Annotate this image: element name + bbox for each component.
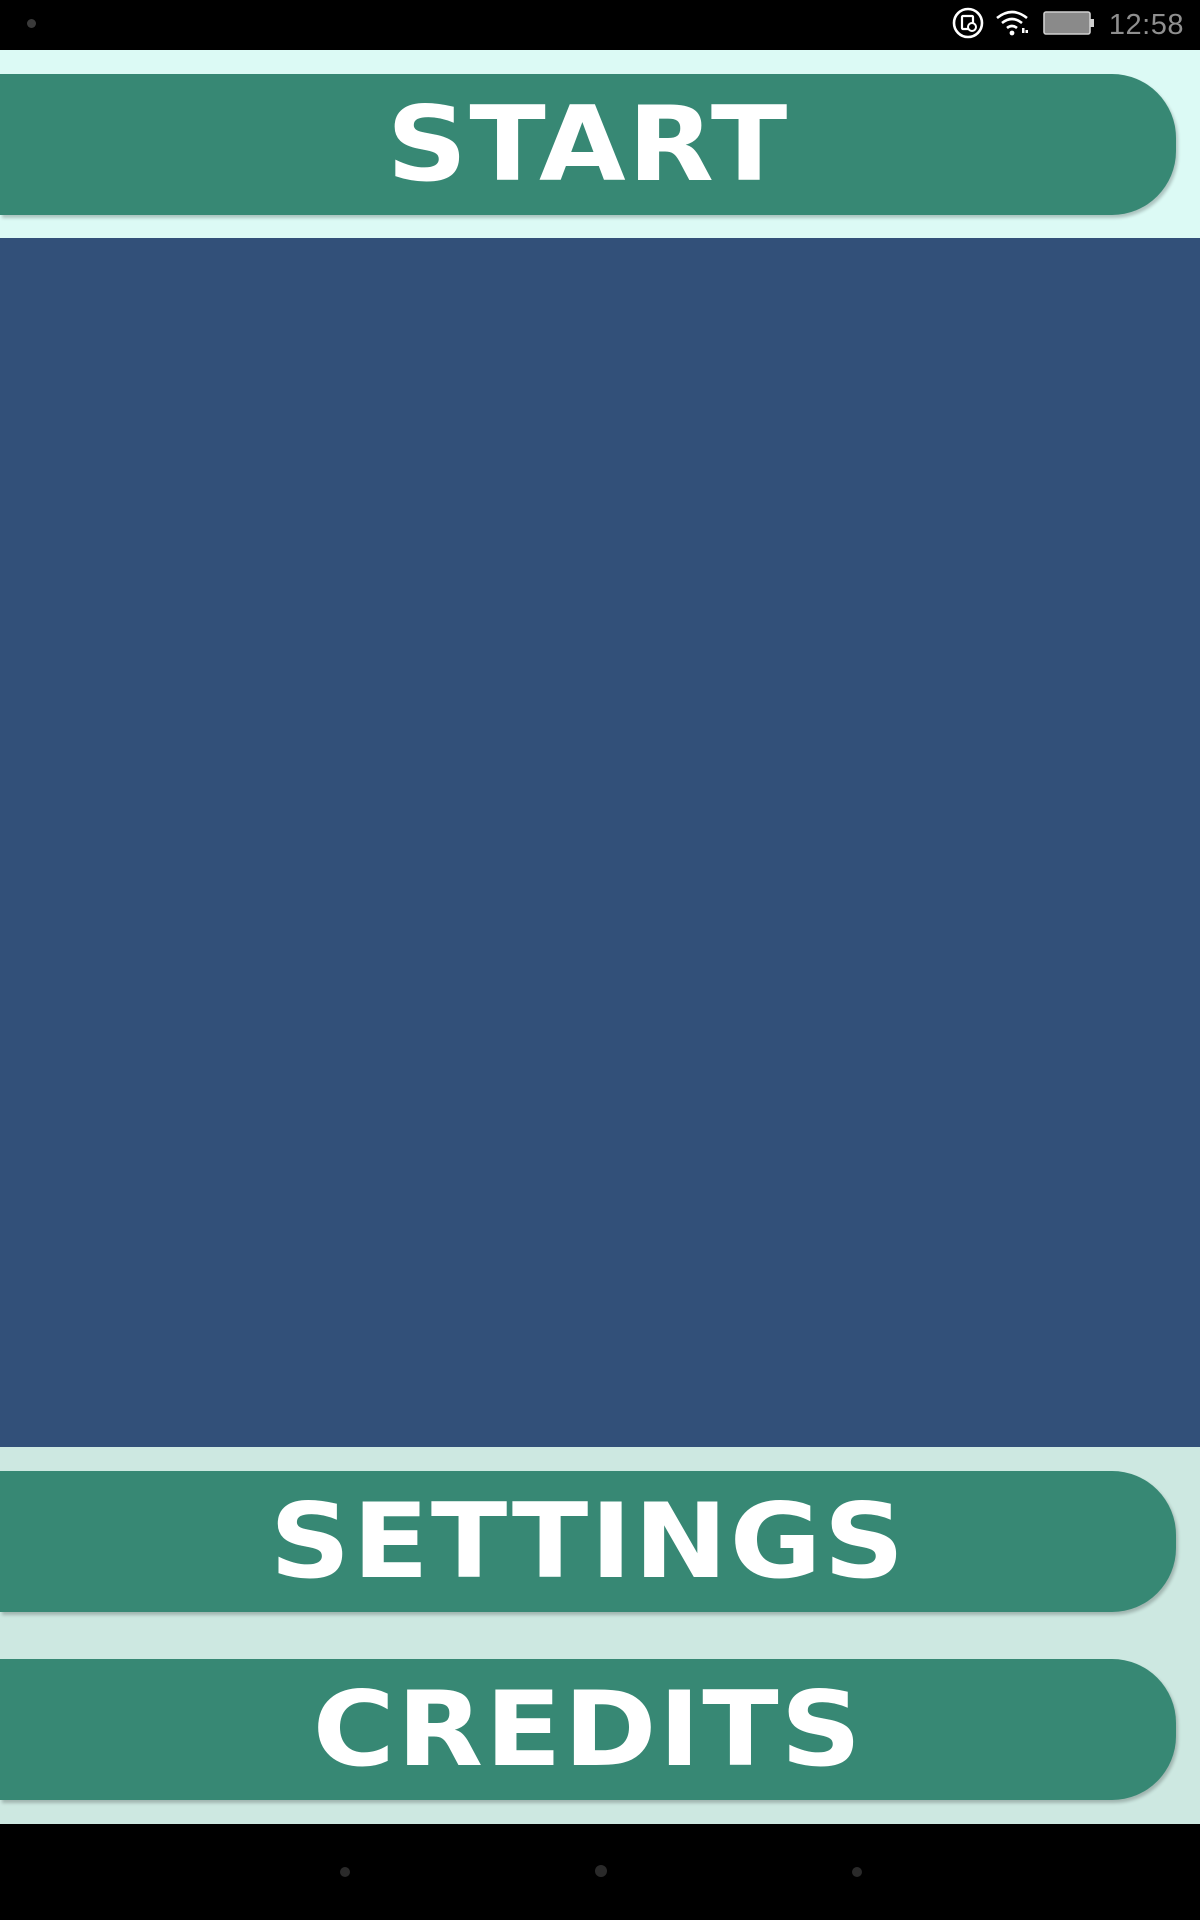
start-button[interactable]: START: [0, 74, 1176, 215]
app-screen: 12:58 START SETTINGS CREDITS: [0, 0, 1200, 1920]
settings-button-label: SETTINGS: [269, 1481, 907, 1602]
wifi-icon: [995, 8, 1029, 42]
start-button-label: START: [386, 84, 790, 205]
status-bar: 12:58: [0, 0, 1200, 50]
home-icon[interactable]: [595, 1865, 607, 1877]
status-time: 12:58: [1108, 8, 1184, 41]
recents-icon[interactable]: [852, 1867, 862, 1877]
credits-button[interactable]: CREDITS: [0, 1659, 1176, 1800]
settings-button[interactable]: SETTINGS: [0, 1471, 1176, 1612]
credits-button-label: CREDITS: [312, 1669, 864, 1790]
content-panel: [0, 238, 1200, 1447]
notification-dot-icon: [27, 19, 36, 28]
battery-icon: [1043, 9, 1095, 41]
screen-record-icon: [951, 6, 985, 44]
back-icon[interactable]: [340, 1867, 350, 1877]
status-icons: 12:58: [951, 0, 1184, 50]
